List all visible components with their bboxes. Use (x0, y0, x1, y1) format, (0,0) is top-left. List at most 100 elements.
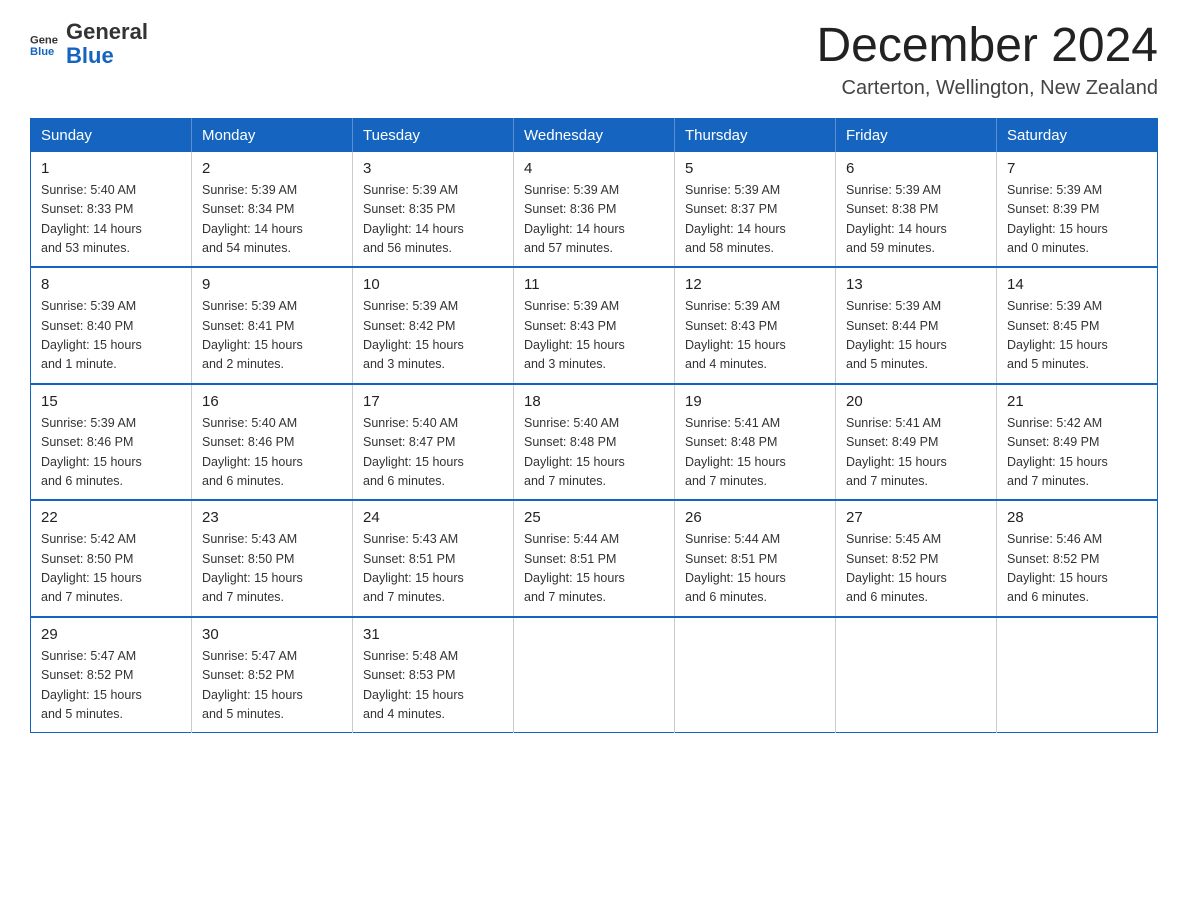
day-number: 29 (41, 626, 181, 643)
day-info: Sunrise: 5:39 AM Sunset: 8:41 PM Dayligh… (202, 297, 342, 375)
day-number: 23 (202, 509, 342, 526)
weekday-header-monday: Monday (192, 118, 353, 152)
logo: General Blue General Blue (30, 20, 148, 68)
calendar-day-cell: 5 Sunrise: 5:39 AM Sunset: 8:37 PM Dayli… (675, 152, 836, 268)
day-info: Sunrise: 5:39 AM Sunset: 8:36 PM Dayligh… (524, 181, 664, 259)
day-number: 11 (524, 276, 664, 293)
calendar-day-cell: 3 Sunrise: 5:39 AM Sunset: 8:35 PM Dayli… (353, 152, 514, 268)
weekday-header-thursday: Thursday (675, 118, 836, 152)
calendar-day-cell: 12 Sunrise: 5:39 AM Sunset: 8:43 PM Dayl… (675, 267, 836, 384)
calendar-day-cell (514, 617, 675, 733)
calendar-title-area: December 2024 Carterton, Wellington, New… (816, 20, 1158, 100)
calendar-day-cell (997, 617, 1158, 733)
day-info: Sunrise: 5:42 AM Sunset: 8:49 PM Dayligh… (1007, 414, 1147, 492)
day-number: 16 (202, 393, 342, 410)
weekday-header-wednesday: Wednesday (514, 118, 675, 152)
calendar-day-cell: 17 Sunrise: 5:40 AM Sunset: 8:47 PM Dayl… (353, 384, 514, 501)
day-number: 20 (846, 393, 986, 410)
calendar-day-cell: 16 Sunrise: 5:40 AM Sunset: 8:46 PM Dayl… (192, 384, 353, 501)
calendar-day-cell: 23 Sunrise: 5:43 AM Sunset: 8:50 PM Dayl… (192, 500, 353, 617)
calendar-table: SundayMondayTuesdayWednesdayThursdayFrid… (30, 118, 1158, 734)
calendar-day-cell: 22 Sunrise: 5:42 AM Sunset: 8:50 PM Dayl… (31, 500, 192, 617)
day-info: Sunrise: 5:48 AM Sunset: 8:53 PM Dayligh… (363, 647, 503, 725)
calendar-day-cell: 20 Sunrise: 5:41 AM Sunset: 8:49 PM Dayl… (836, 384, 997, 501)
day-info: Sunrise: 5:41 AM Sunset: 8:49 PM Dayligh… (846, 414, 986, 492)
calendar-day-cell: 19 Sunrise: 5:41 AM Sunset: 8:48 PM Dayl… (675, 384, 836, 501)
day-info: Sunrise: 5:39 AM Sunset: 8:43 PM Dayligh… (685, 297, 825, 375)
day-number: 7 (1007, 160, 1147, 177)
day-number: 30 (202, 626, 342, 643)
day-number: 31 (363, 626, 503, 643)
day-number: 1 (41, 160, 181, 177)
day-number: 8 (41, 276, 181, 293)
day-info: Sunrise: 5:45 AM Sunset: 8:52 PM Dayligh… (846, 530, 986, 608)
day-number: 21 (1007, 393, 1147, 410)
day-number: 19 (685, 393, 825, 410)
page-header: General Blue General Blue December 2024 … (30, 20, 1158, 100)
day-info: Sunrise: 5:44 AM Sunset: 8:51 PM Dayligh… (524, 530, 664, 608)
calendar-week-row: 29 Sunrise: 5:47 AM Sunset: 8:52 PM Dayl… (31, 617, 1158, 733)
month-year-title: December 2024 (816, 20, 1158, 73)
calendar-day-cell: 10 Sunrise: 5:39 AM Sunset: 8:42 PM Dayl… (353, 267, 514, 384)
day-info: Sunrise: 5:40 AM Sunset: 8:33 PM Dayligh… (41, 181, 181, 259)
day-info: Sunrise: 5:39 AM Sunset: 8:40 PM Dayligh… (41, 297, 181, 375)
calendar-day-cell: 9 Sunrise: 5:39 AM Sunset: 8:41 PM Dayli… (192, 267, 353, 384)
day-number: 24 (363, 509, 503, 526)
day-number: 15 (41, 393, 181, 410)
calendar-day-cell: 25 Sunrise: 5:44 AM Sunset: 8:51 PM Dayl… (514, 500, 675, 617)
day-info: Sunrise: 5:39 AM Sunset: 8:45 PM Dayligh… (1007, 297, 1147, 375)
calendar-day-cell: 14 Sunrise: 5:39 AM Sunset: 8:45 PM Dayl… (997, 267, 1158, 384)
day-number: 25 (524, 509, 664, 526)
svg-text:General: General (30, 35, 58, 47)
calendar-day-cell: 13 Sunrise: 5:39 AM Sunset: 8:44 PM Dayl… (836, 267, 997, 384)
day-info: Sunrise: 5:44 AM Sunset: 8:51 PM Dayligh… (685, 530, 825, 608)
day-info: Sunrise: 5:47 AM Sunset: 8:52 PM Dayligh… (41, 647, 181, 725)
calendar-day-cell: 11 Sunrise: 5:39 AM Sunset: 8:43 PM Dayl… (514, 267, 675, 384)
calendar-day-cell: 2 Sunrise: 5:39 AM Sunset: 8:34 PM Dayli… (192, 152, 353, 268)
calendar-day-cell: 6 Sunrise: 5:39 AM Sunset: 8:38 PM Dayli… (836, 152, 997, 268)
day-number: 4 (524, 160, 664, 177)
calendar-day-cell: 24 Sunrise: 5:43 AM Sunset: 8:51 PM Dayl… (353, 500, 514, 617)
logo-icon: General Blue (30, 30, 58, 58)
day-number: 12 (685, 276, 825, 293)
svg-text:Blue: Blue (30, 46, 54, 58)
day-number: 3 (363, 160, 503, 177)
weekday-header-sunday: Sunday (31, 118, 192, 152)
day-info: Sunrise: 5:39 AM Sunset: 8:34 PM Dayligh… (202, 181, 342, 259)
day-info: Sunrise: 5:39 AM Sunset: 8:39 PM Dayligh… (1007, 181, 1147, 259)
calendar-day-cell: 28 Sunrise: 5:46 AM Sunset: 8:52 PM Dayl… (997, 500, 1158, 617)
day-info: Sunrise: 5:46 AM Sunset: 8:52 PM Dayligh… (1007, 530, 1147, 608)
day-info: Sunrise: 5:39 AM Sunset: 8:43 PM Dayligh… (524, 297, 664, 375)
calendar-day-cell: 18 Sunrise: 5:40 AM Sunset: 8:48 PM Dayl… (514, 384, 675, 501)
day-info: Sunrise: 5:47 AM Sunset: 8:52 PM Dayligh… (202, 647, 342, 725)
weekday-header-saturday: Saturday (997, 118, 1158, 152)
day-number: 10 (363, 276, 503, 293)
calendar-week-row: 1 Sunrise: 5:40 AM Sunset: 8:33 PM Dayli… (31, 152, 1158, 268)
calendar-week-row: 15 Sunrise: 5:39 AM Sunset: 8:46 PM Dayl… (31, 384, 1158, 501)
logo-blue-text: Blue (66, 44, 148, 68)
calendar-day-cell: 26 Sunrise: 5:44 AM Sunset: 8:51 PM Dayl… (675, 500, 836, 617)
day-number: 13 (846, 276, 986, 293)
calendar-day-cell (675, 617, 836, 733)
day-info: Sunrise: 5:40 AM Sunset: 8:47 PM Dayligh… (363, 414, 503, 492)
calendar-week-row: 8 Sunrise: 5:39 AM Sunset: 8:40 PM Dayli… (31, 267, 1158, 384)
day-number: 17 (363, 393, 503, 410)
weekday-header-tuesday: Tuesday (353, 118, 514, 152)
day-info: Sunrise: 5:42 AM Sunset: 8:50 PM Dayligh… (41, 530, 181, 608)
day-number: 27 (846, 509, 986, 526)
weekday-header-row: SundayMondayTuesdayWednesdayThursdayFrid… (31, 118, 1158, 152)
calendar-day-cell: 29 Sunrise: 5:47 AM Sunset: 8:52 PM Dayl… (31, 617, 192, 733)
day-info: Sunrise: 5:43 AM Sunset: 8:50 PM Dayligh… (202, 530, 342, 608)
calendar-day-cell: 7 Sunrise: 5:39 AM Sunset: 8:39 PM Dayli… (997, 152, 1158, 268)
day-number: 5 (685, 160, 825, 177)
logo-general-text: General (66, 20, 148, 44)
calendar-week-row: 22 Sunrise: 5:42 AM Sunset: 8:50 PM Dayl… (31, 500, 1158, 617)
day-number: 2 (202, 160, 342, 177)
calendar-day-cell: 31 Sunrise: 5:48 AM Sunset: 8:53 PM Dayl… (353, 617, 514, 733)
day-info: Sunrise: 5:40 AM Sunset: 8:48 PM Dayligh… (524, 414, 664, 492)
day-number: 28 (1007, 509, 1147, 526)
calendar-day-cell (836, 617, 997, 733)
day-info: Sunrise: 5:39 AM Sunset: 8:46 PM Dayligh… (41, 414, 181, 492)
day-info: Sunrise: 5:39 AM Sunset: 8:35 PM Dayligh… (363, 181, 503, 259)
calendar-day-cell: 8 Sunrise: 5:39 AM Sunset: 8:40 PM Dayli… (31, 267, 192, 384)
